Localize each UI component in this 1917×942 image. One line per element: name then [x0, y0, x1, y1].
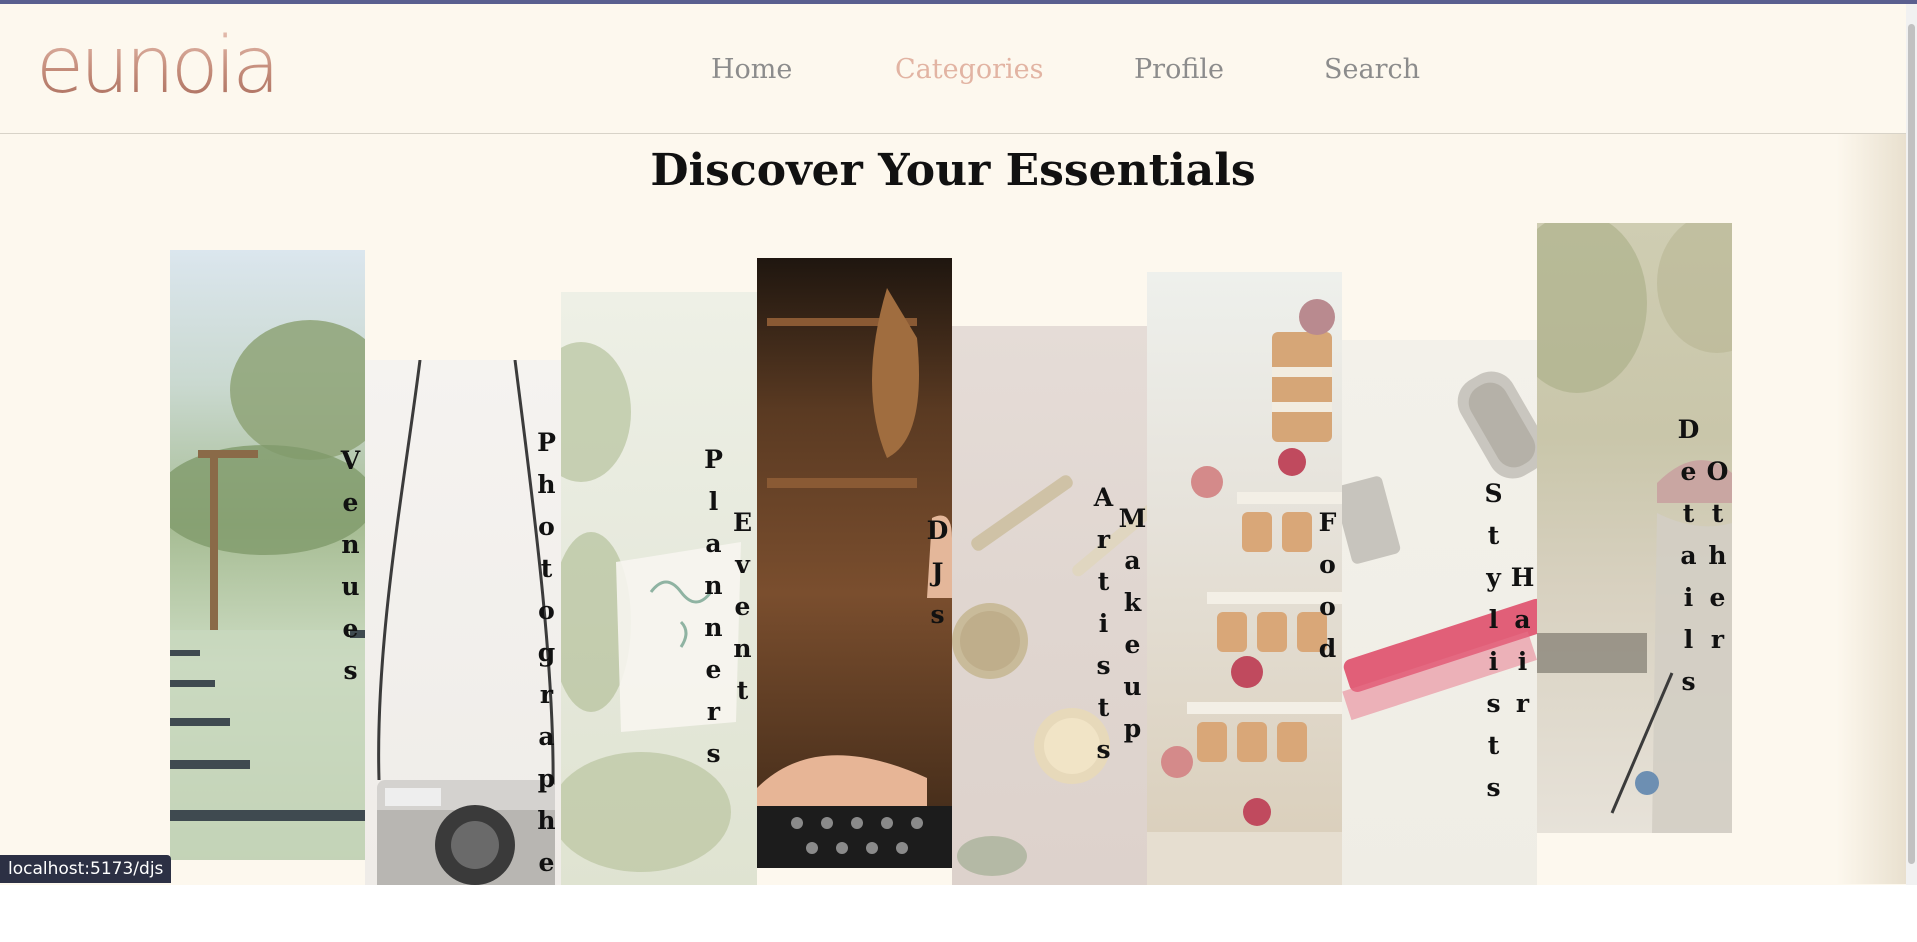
category-label-djs: DJs: [923, 516, 952, 642]
site-header: eunoia Home Categories Profile Search: [0, 4, 1906, 134]
status-bar-url: localhost:5173/djs: [0, 855, 172, 883]
category-card-photographer[interactable]: Photographer: [365, 360, 561, 885]
category-label-food: Food: [1313, 508, 1342, 676]
brand-logo[interactable]: eunoia: [36, 26, 280, 106]
category-card-event-planners[interactable]: Event Planners: [561, 292, 757, 885]
page-scrollbar[interactable]: [1906, 4, 1917, 885]
scrollbar-thumb[interactable]: [1908, 24, 1915, 864]
category-label-hair-stylists: Hair Stylists: [1479, 478, 1537, 815]
category-card-djs[interactable]: DJs: [757, 258, 952, 868]
category-label-makeup-artists: Makeup Artists: [1089, 482, 1147, 777]
category-label-event-planners: Event Planners: [699, 444, 757, 781]
category-card-other-details[interactable]: Other Details: [1537, 223, 1732, 833]
category-card-makeup-artists[interactable]: Makeup Artists: [952, 326, 1147, 885]
category-label-other-details: Other Details: [1674, 415, 1732, 709]
nav-categories-link[interactable]: Categories: [895, 54, 1044, 85]
category-card-venues[interactable]: Venues: [170, 250, 365, 860]
category-card-food[interactable]: Food: [1147, 272, 1342, 885]
nav-home-link[interactable]: Home: [711, 54, 792, 85]
category-label-photographer: Photographer: [532, 428, 561, 885]
nav-profile-link[interactable]: Profile: [1134, 54, 1224, 85]
category-label-venues: Venues: [336, 446, 365, 698]
nav-search-link[interactable]: Search: [1324, 54, 1420, 85]
category-card-hair-stylists[interactable]: Hair Stylists: [1342, 340, 1537, 885]
page-title: Discover Your Essentials: [650, 145, 1256, 196]
page: eunoia Home Categories Profile Search Di…: [0, 4, 1906, 885]
